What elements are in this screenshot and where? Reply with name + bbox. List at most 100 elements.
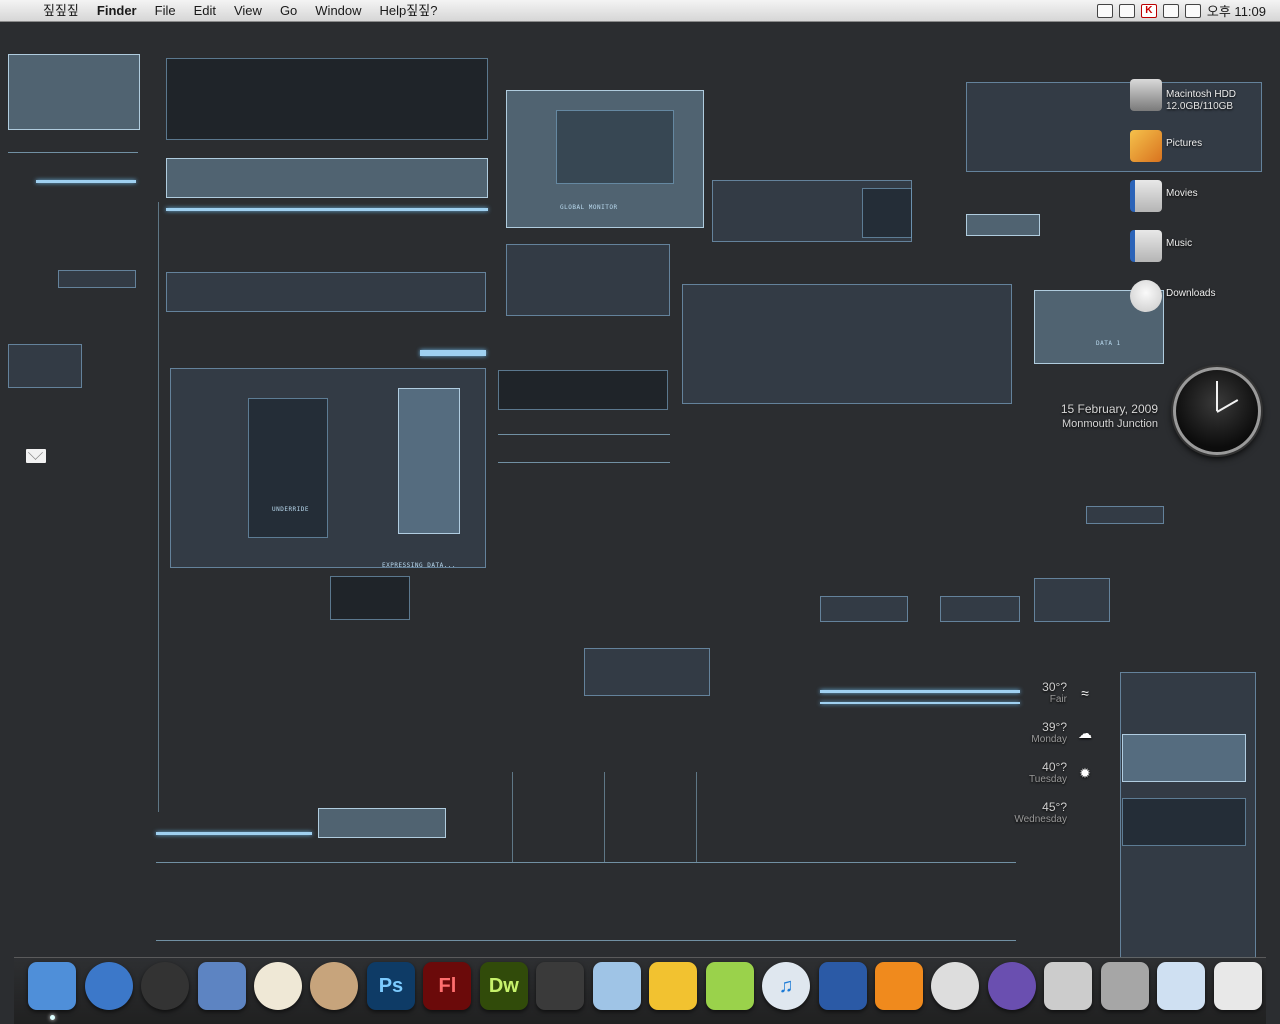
- app-menu[interactable]: 짚짚짚: [34, 0, 88, 22]
- cyberduck-icon: [649, 962, 698, 1010]
- trash-icon: [1100, 962, 1149, 1010]
- dock-item-bootcamp[interactable]: [1040, 958, 1096, 1014]
- hud-caption: UNDERRIDE: [272, 506, 310, 513]
- hud-panel: [584, 648, 710, 696]
- bootcamp-icon: [1044, 962, 1093, 1010]
- camera-icon: [536, 962, 585, 1010]
- dock-item-coffee[interactable]: [306, 958, 362, 1014]
- music-folder-icon: [1130, 230, 1162, 262]
- vlc-icon: [875, 962, 924, 1010]
- movies-folder-icon: [1130, 180, 1162, 212]
- desktop-icon-label: Macintosh HDD 12.0GB/110GB: [1166, 89, 1237, 112]
- menu-window[interactable]: Window: [306, 0, 370, 22]
- menu-bar: 짚짚짚 Finder File Edit View Go Window Help…: [0, 0, 1280, 22]
- status-tray: K 오후 11:09: [1096, 1, 1280, 20]
- desktop-icon-movies[interactable]: Movies: [1130, 180, 1198, 212]
- dock-item-chat[interactable]: [250, 958, 306, 1014]
- dock-item-dolphin[interactable]: [984, 958, 1040, 1014]
- weather-row: 40°? Tuesday ✹: [996, 760, 1101, 800]
- weather-row: 39°? Monday ☁: [996, 720, 1101, 760]
- dock-item-notes[interactable]: [589, 958, 645, 1014]
- menu-view[interactable]: View: [225, 0, 271, 22]
- firefox-window-icon: [1157, 962, 1206, 1010]
- weather-label: Monday: [1031, 734, 1067, 745]
- screen-icon[interactable]: [1096, 3, 1113, 18]
- hud-panel: [1122, 798, 1246, 846]
- flag-icon[interactable]: [1184, 3, 1201, 18]
- dashboard-icon: [141, 962, 190, 1010]
- dock-item-flash[interactable]: Fl: [419, 958, 475, 1014]
- clock-widget[interactable]: [1173, 367, 1261, 455]
- hud-panel: [248, 398, 328, 538]
- battery-icon[interactable]: [1162, 3, 1179, 18]
- desktop-icon-label: Pictures: [1166, 138, 1203, 149]
- dock: Ps Fl Dw ♫: [14, 957, 1266, 1024]
- wind-icon: ≈: [1081, 685, 1089, 701]
- dock-item-mail[interactable]: [193, 958, 249, 1014]
- clock-minute-hand: [1216, 381, 1218, 411]
- menu-help[interactable]: Help짚짚?: [371, 0, 447, 22]
- weather-widget[interactable]: 30°? Fair ≈ 39°? Monday ☁ 40°? Tuesday ✹…: [996, 680, 1101, 840]
- location-text: Monmouth Junction: [1062, 418, 1158, 430]
- hud-panel: [166, 158, 488, 198]
- menu-file[interactable]: File: [146, 0, 185, 22]
- date-text: 15 February, 2009: [1060, 402, 1158, 416]
- menu-edit[interactable]: Edit: [185, 0, 225, 22]
- desktop-icon-label: Movies: [1166, 188, 1198, 199]
- dolphin-icon: [987, 962, 1036, 1010]
- hud-caption: DATA 1: [1096, 340, 1121, 347]
- dock-item-dreamweaver[interactable]: Dw: [476, 958, 532, 1014]
- desktop-window-icon: [1213, 962, 1262, 1010]
- mail-icon: [197, 962, 246, 1010]
- dock-item-desktop-window[interactable]: [1210, 958, 1266, 1014]
- world-map: [556, 110, 674, 184]
- dock-item-cyberduck[interactable]: [645, 958, 701, 1014]
- hud-graph-panel: [8, 54, 140, 130]
- weather-temp: 30°?: [1042, 680, 1067, 694]
- dock-item-camino[interactable]: [927, 958, 983, 1014]
- weather-label: Fair: [1049, 694, 1067, 705]
- hud-panel: [506, 244, 670, 316]
- hud-panel: [318, 808, 446, 838]
- hud-panel: [1122, 734, 1246, 782]
- weather-row: 30°? Fair ≈: [996, 680, 1101, 720]
- finder-icon: [28, 962, 77, 1010]
- hud-panel: [820, 596, 908, 622]
- dock-item-itunes[interactable]: ♫: [758, 958, 814, 1014]
- desktop-icon-pictures[interactable]: Pictures: [1130, 130, 1202, 162]
- menu-finder[interactable]: Finder: [88, 0, 146, 22]
- weather-row: 45°? Wednesday: [996, 800, 1101, 840]
- mail-icon[interactable]: [26, 449, 46, 463]
- hud-panel: [862, 188, 912, 238]
- date-widget[interactable]: 15 February, 2009 Monmouth Junction: [1040, 402, 1158, 430]
- hud-caption: GLOBAL MONITOR: [560, 204, 618, 211]
- notes-icon: [592, 962, 641, 1010]
- dock-item-photoshop[interactable]: Ps: [363, 958, 419, 1014]
- desktop-icon-label: Music: [1166, 238, 1193, 249]
- weather-temp: 40°?: [1042, 760, 1067, 774]
- keyboard-icon[interactable]: [1118, 3, 1135, 18]
- k-icon[interactable]: K: [1140, 3, 1157, 18]
- photoshop-icon: Ps: [366, 962, 415, 1010]
- desktop-icon-downloads[interactable]: Downloads: [1130, 280, 1215, 312]
- desktop-icon-macintosh-hdd[interactable]: Macintosh HDD 12.0GB/110GB: [1130, 79, 1236, 113]
- desktop-icon-music[interactable]: Music: [1130, 230, 1192, 262]
- hud-panel: [966, 214, 1040, 236]
- menubar-clock[interactable]: 오후 11:09: [1207, 1, 1266, 20]
- hud-panel: [8, 344, 82, 388]
- dock-item-trash[interactable]: [1097, 958, 1153, 1014]
- hud-panel: [940, 596, 1020, 622]
- dock-item-finder[interactable]: [24, 958, 80, 1020]
- dock-item-ichat[interactable]: [814, 958, 870, 1014]
- weather-temp: 39°?: [1042, 720, 1067, 734]
- dock-item-camera[interactable]: [532, 958, 588, 1014]
- slurp-icon: [705, 962, 754, 1010]
- hud-panel: [58, 270, 136, 288]
- dock-item-slurp[interactable]: [701, 958, 757, 1014]
- dock-item-safari[interactable]: [80, 958, 136, 1014]
- dock-item-vlc[interactable]: [871, 958, 927, 1014]
- dock-item-firefox-window[interactable]: [1153, 958, 1209, 1014]
- hud-panel: [682, 284, 1012, 404]
- dock-item-dashboard[interactable]: [137, 958, 193, 1014]
- menu-go[interactable]: Go: [271, 0, 306, 22]
